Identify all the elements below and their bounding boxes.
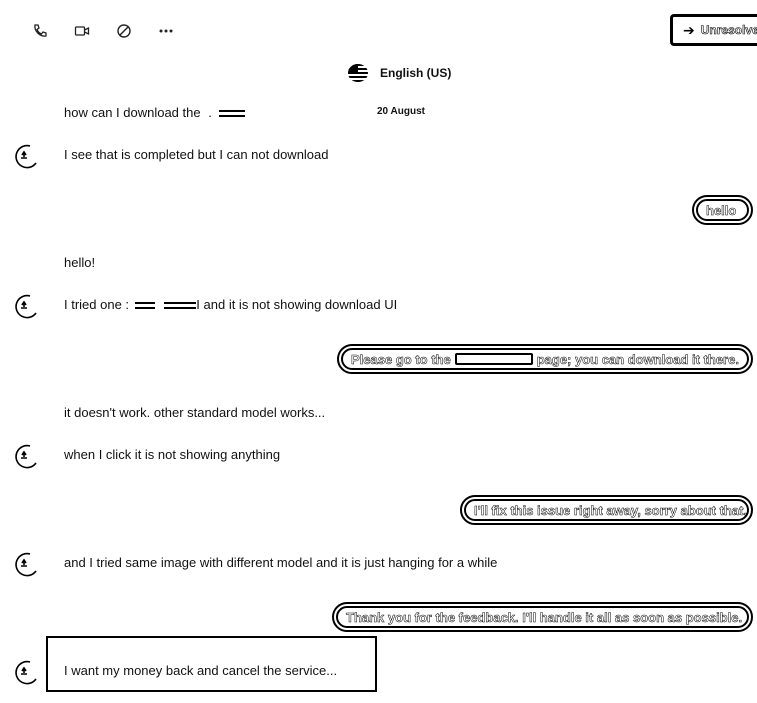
block-icon[interactable]: [113, 20, 135, 42]
user-message: I see that is completed but I can not do…: [64, 147, 329, 162]
user-avatar-icon: [15, 552, 37, 577]
resolve-arrow-icon: ➔: [683, 21, 695, 38]
user-avatar-icon: [15, 660, 37, 685]
user-message: how can I download the .: [64, 105, 246, 120]
language-selector[interactable]: English (US): [348, 64, 451, 82]
user-message: it doesn't work. other standard model wo…: [64, 405, 326, 420]
redacted-text: [454, 353, 533, 365]
user-message: and I tried same image with different mo…: [64, 555, 498, 570]
user-message: I tried one : I and it is not showing do…: [64, 297, 398, 312]
user-message: when I click it is not showing anything: [64, 447, 281, 462]
agent-message: Thank you for the feedback. I'll handle …: [332, 602, 753, 632]
agent-message: I'll fix this issue right away, sorry ab…: [460, 495, 753, 525]
redacted-text: [219, 110, 246, 118]
agent-message: hello: [692, 195, 753, 225]
phone-icon[interactable]: [29, 20, 51, 42]
user-avatar-icon: [15, 144, 37, 169]
redacted-text: .: [208, 105, 212, 120]
user-avatar-icon: [15, 294, 37, 319]
redacted-text: [164, 302, 197, 310]
video-icon[interactable]: [71, 20, 93, 42]
status-button-label: Unresolved: [700, 23, 757, 38]
language-label: English (US): [380, 66, 452, 80]
user-message: hello!: [64, 255, 96, 270]
redacted-text: [134, 302, 155, 310]
status-button[interactable]: ➔ Unresolved: [670, 14, 757, 46]
us-flag-icon: [348, 64, 368, 82]
agent-message: Please go to the page; you can download …: [337, 344, 753, 374]
user-message: I want my money back and cancel the serv…: [64, 663, 338, 678]
more-icon[interactable]: [155, 20, 177, 42]
message-date: 20 August: [377, 106, 425, 117]
user-avatar-icon: [15, 444, 37, 469]
